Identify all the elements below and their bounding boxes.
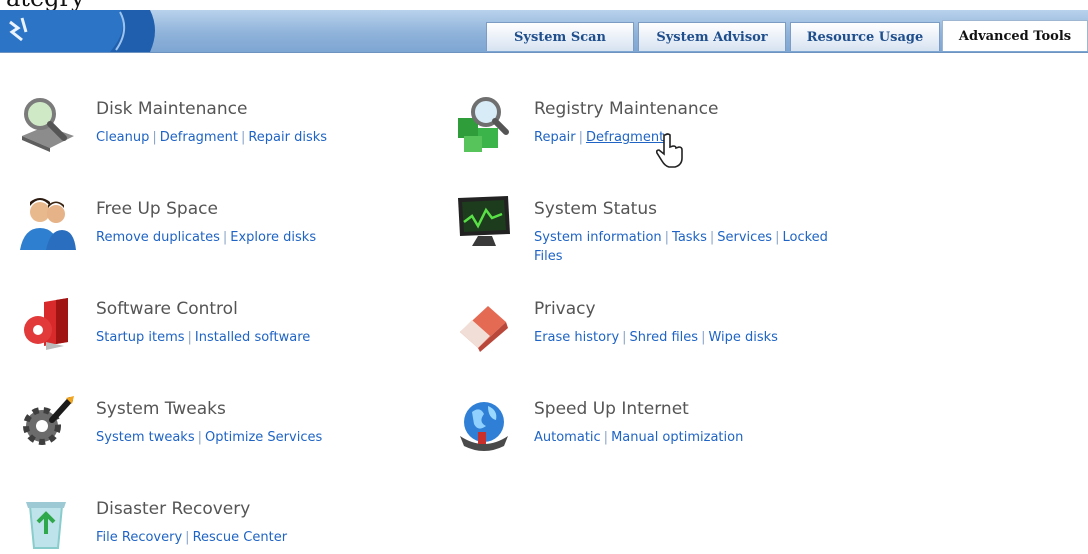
system-status-title: System Status bbox=[534, 199, 657, 219]
erase-history-link[interactable]: Erase history bbox=[534, 330, 619, 345]
repair-registry-link[interactable]: Repair bbox=[534, 130, 576, 145]
tasks-link[interactable]: Tasks bbox=[672, 230, 707, 245]
defragment-registry-link[interactable]: Defragment bbox=[586, 130, 664, 145]
file-recovery-link[interactable]: File Recovery bbox=[96, 530, 182, 545]
gear-wrench-icon bbox=[23, 396, 74, 445]
wipe-disks-link[interactable]: Wipe disks bbox=[708, 330, 778, 345]
repair-disks-link[interactable]: Repair disks bbox=[248, 130, 327, 145]
disk-maintenance-title: Disk Maintenance bbox=[96, 99, 248, 119]
installed-software-link[interactable]: Installed software bbox=[195, 330, 310, 345]
disaster-recovery-links: File Recovery | Rescue Center bbox=[96, 530, 288, 545]
software-box-icon bbox=[24, 298, 68, 350]
cleanup-link[interactable]: Cleanup bbox=[96, 130, 149, 145]
system-tweaks-link[interactable]: System tweaks bbox=[96, 430, 195, 445]
manual-optimization-link[interactable]: Manual optimization bbox=[611, 430, 743, 445]
tab-advanced-tools[interactable]: Advanced Tools bbox=[942, 20, 1088, 51]
locked-files-link[interactable]: Locked bbox=[782, 230, 827, 245]
monitor-icon bbox=[458, 196, 510, 246]
tab-label: System Advisor bbox=[656, 29, 768, 45]
globe-icon bbox=[460, 402, 508, 451]
software-control-title: Software Control bbox=[96, 299, 238, 319]
privacy-title: Privacy bbox=[534, 299, 596, 319]
system-status-links: System information | Tasks | Services | Locked… bbox=[534, 230, 828, 264]
speed-up-internet-title: Speed Up Internet bbox=[534, 399, 689, 419]
tab-system-advisor[interactable]: System Advisor bbox=[638, 22, 786, 51]
recycle-bin-icon bbox=[26, 502, 66, 549]
disaster-recovery-title: Disaster Recovery bbox=[96, 499, 251, 519]
remove-duplicates-link[interactable]: Remove duplicates bbox=[96, 230, 220, 245]
eraser-icon bbox=[460, 306, 508, 352]
system-tweaks-links: System tweaks | Optimize Services bbox=[96, 430, 323, 445]
hand-cursor-icon bbox=[656, 133, 683, 168]
system-tweaks-title: System Tweaks bbox=[96, 399, 226, 419]
tab-label: Resource Usage bbox=[806, 29, 924, 45]
app-logo bbox=[0, 10, 155, 52]
tab-label: System Scan bbox=[514, 29, 606, 45]
explore-disks-link[interactable]: Explore disks bbox=[230, 230, 316, 245]
optimize-services-link[interactable]: Optimize Services bbox=[205, 430, 322, 445]
services-link[interactable]: Services bbox=[717, 230, 772, 245]
software-control-links: Startup items | Installed software bbox=[96, 330, 311, 345]
locked-files-link-wrap[interactable]: Files bbox=[534, 249, 563, 264]
free-up-space-title: Free Up Space bbox=[96, 199, 218, 219]
magnifier-disk-icon bbox=[22, 98, 74, 152]
tab-label: Advanced Tools bbox=[958, 28, 1072, 44]
disk-maintenance-links: Cleanup | Defragment | Repair disks bbox=[96, 130, 328, 145]
registry-maintenance-title: Registry Maintenance bbox=[534, 99, 719, 119]
free-up-space-links: Remove duplicates | Explore disks bbox=[96, 230, 317, 245]
speed-up-internet-links: Automatic | Manual optimization bbox=[534, 430, 744, 445]
shred-files-link[interactable]: Shred files bbox=[630, 330, 699, 345]
rescue-center-link[interactable]: Rescue Center bbox=[193, 530, 288, 545]
people-icon bbox=[20, 198, 76, 250]
privacy-links: Erase history | Shred files | Wipe disks bbox=[534, 330, 778, 345]
defragment-disk-link[interactable]: Defragment bbox=[160, 130, 238, 145]
system-information-link[interactable]: System information bbox=[534, 230, 662, 245]
automatic-link[interactable]: Automatic bbox=[534, 430, 601, 445]
registry-maintenance-links: Repair | Defragment bbox=[534, 130, 665, 145]
tab-resource-usage[interactable]: Resource Usage bbox=[790, 22, 940, 51]
registry-cubes-icon bbox=[458, 97, 509, 152]
cropped-top-text: ategry bbox=[0, 0, 1088, 10]
startup-items-link[interactable]: Startup items bbox=[96, 330, 185, 345]
tab-system-scan[interactable]: System Scan bbox=[486, 22, 634, 51]
